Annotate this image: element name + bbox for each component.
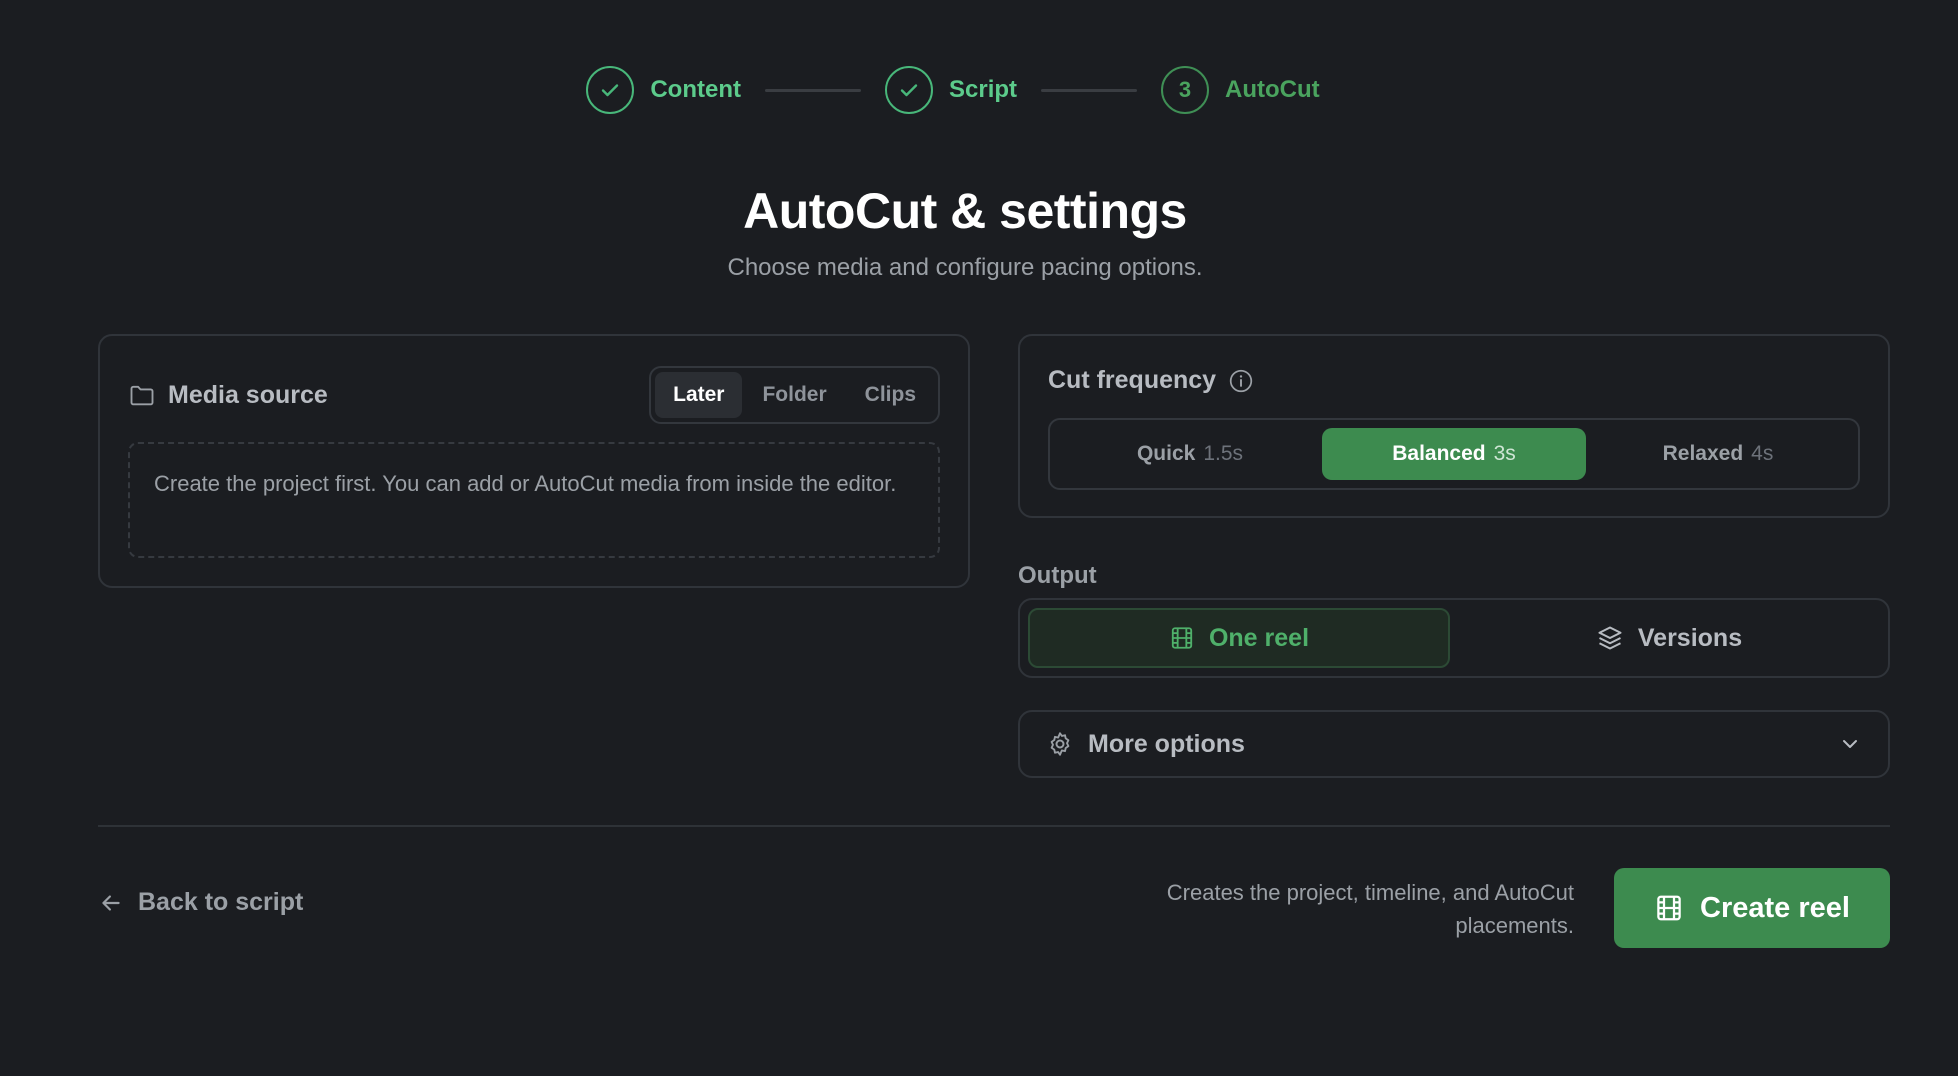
output-toggle: One reel Versions: [1018, 598, 1890, 678]
create-reel-button[interactable]: Create reel: [1614, 868, 1890, 948]
gear-icon: [1046, 730, 1074, 758]
chevron-down-icon[interactable]: [1838, 732, 1862, 756]
output-option-versions[interactable]: Versions: [1458, 608, 1880, 668]
step-content[interactable]: Content: [586, 66, 741, 114]
media-source-title: Media source: [128, 381, 328, 410]
media-source-toggle: Later Folder Clips: [649, 366, 940, 424]
step-script[interactable]: Script: [885, 66, 1017, 114]
media-option-clips[interactable]: Clips: [847, 372, 934, 418]
info-icon[interactable]: [1228, 368, 1254, 394]
step-label: Content: [650, 76, 741, 103]
media-source-note: Create the project first. You can add or…: [128, 442, 940, 558]
step-label: Script: [949, 76, 1018, 103]
step-complete-check-icon: [586, 66, 635, 114]
folder-icon: [128, 381, 156, 409]
back-to-script-link[interactable]: Back to script: [98, 888, 303, 917]
create-reel-label: Create reel: [1700, 891, 1850, 924]
media-option-folder[interactable]: Folder: [744, 372, 844, 418]
cut-frequency-toggle: Quick 1.5s Balanced 3s Relaxed 4s: [1048, 418, 1860, 490]
progress-stepper: Content Script 3 AutoCut: [0, 66, 1932, 114]
frequency-option-label: Relaxed: [1662, 442, 1744, 465]
page-subtitle: Choose media and configure pacing option…: [727, 254, 1203, 281]
step-connector: [1041, 88, 1138, 92]
page-title: AutoCut & settings: [743, 183, 1187, 239]
more-options-toggle[interactable]: More options: [1018, 710, 1890, 778]
more-options-label: More options: [1088, 729, 1245, 758]
step-label: AutoCut: [1225, 76, 1320, 103]
film-icon: [1654, 893, 1684, 923]
film-icon: [1169, 625, 1195, 651]
more-options-title: More options: [1046, 730, 1245, 759]
cut-frequency-card: Cut frequency Quick 1.5s Balanced 3s Rel…: [1018, 334, 1890, 518]
frequency-option-balanced[interactable]: Balanced 3s: [1322, 428, 1586, 480]
media-option-later[interactable]: Later: [655, 372, 743, 418]
frequency-option-value: 3s: [1493, 442, 1516, 465]
frequency-option-relaxed[interactable]: Relaxed 4s: [1586, 428, 1850, 480]
output-option-label: Versions: [1637, 623, 1743, 652]
output-option-one-reel[interactable]: One reel: [1028, 608, 1450, 668]
frequency-option-label: Balanced: [1392, 442, 1486, 465]
cut-frequency-header: Cut frequency: [1048, 366, 1254, 395]
media-source-label: Media source: [168, 380, 328, 409]
footer-divider: [98, 825, 1890, 827]
layers-icon: [1596, 624, 1624, 652]
output-option-label: One reel: [1208, 623, 1310, 652]
create-reel-description: Creates the project, timeline, and AutoC…: [1166, 880, 1574, 938]
frequency-option-quick[interactable]: Quick 1.5s: [1058, 428, 1322, 480]
frequency-option-value: 1.5s: [1203, 442, 1244, 465]
back-label: Back to script: [138, 888, 304, 916]
step-number: 3: [1161, 66, 1210, 114]
media-source-card: Media source Later Folder Clips Create t…: [98, 334, 970, 588]
output-label: Output: [1018, 562, 1097, 589]
frequency-option-value: 4s: [1751, 442, 1774, 465]
step-autocut: 3 AutoCut: [1161, 66, 1320, 114]
step-connector: [765, 88, 861, 92]
arrow-left-icon: [98, 890, 124, 916]
step-complete-check-icon: [885, 66, 933, 114]
media-source-header: Media source Later Folder Clips: [128, 366, 940, 424]
frequency-option-label: Quick: [1136, 442, 1196, 465]
cut-frequency-title: Cut frequency: [1048, 366, 1217, 394]
